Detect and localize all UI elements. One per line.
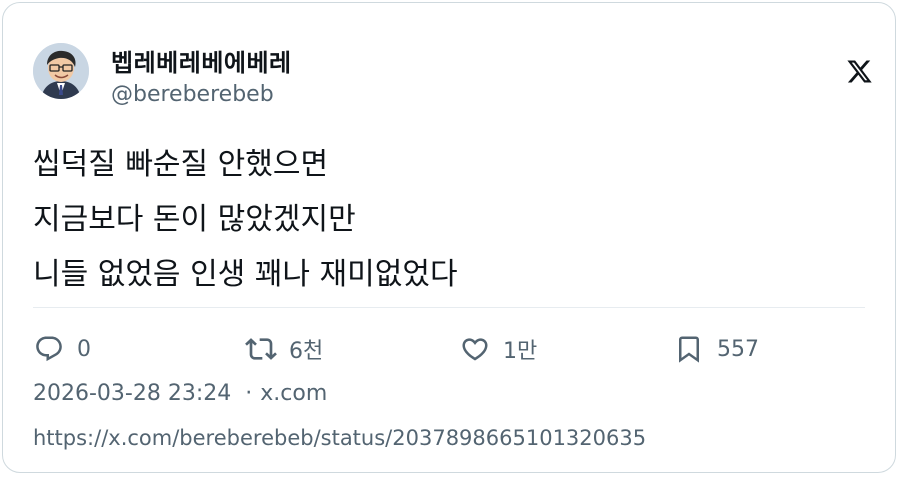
permalink-url[interactable]: https://x.com/bereberebeb/status/2037898… — [33, 426, 646, 450]
reply-button[interactable]: 0 — [33, 329, 91, 369]
tweet-line: 니들 없었음 인생 꽤나 재미없었다 — [33, 257, 458, 292]
meta-separator: · — [245, 381, 253, 406]
retweet-icon — [245, 333, 277, 365]
retweet-button[interactable]: 6천 — [245, 329, 323, 369]
bookmark-count: 557 — [717, 336, 759, 362]
display-name[interactable]: 벱레베레베에베레 — [111, 43, 292, 78]
reply-icon — [33, 333, 65, 365]
user-handle[interactable]: @bereberebeb — [111, 82, 274, 107]
source-label[interactable]: x.com — [260, 381, 327, 406]
tweet-line: 지금보다 돈이 많았겠지만 — [33, 202, 356, 237]
timestamp[interactable]: 2026-03-28 23:24 — [33, 381, 231, 406]
tweet-meta: 2026-03-28 23:24 · x.com — [33, 381, 327, 406]
bookmark-icon — [673, 333, 705, 365]
avatar-image — [33, 43, 89, 99]
heart-icon — [459, 333, 491, 365]
divider — [33, 307, 865, 308]
like-button[interactable]: 1만 — [459, 329, 537, 369]
x-logo-icon[interactable] — [846, 58, 873, 85]
retweet-count: 6천 — [289, 339, 324, 364]
bookmark-button[interactable]: 557 — [673, 329, 759, 369]
tweet-line: 씹덕질 빠순질 안했으면 — [33, 147, 329, 182]
like-count: 1만 — [503, 339, 538, 364]
user-avatar[interactable] — [33, 43, 89, 99]
reply-count: 0 — [77, 336, 91, 362]
tweet-text: 씹덕질 빠순질 안했으면 지금보다 돈이 많았겠지만 니들 없었음 인생 꽤나 … — [33, 137, 458, 302]
tweet-card: 벱레베레베에베레 @bereberebeb 씹덕질 빠순질 안했으면 지금보다 … — [2, 2, 896, 473]
action-bar: 0 6천 1만 557 — [33, 329, 873, 369]
